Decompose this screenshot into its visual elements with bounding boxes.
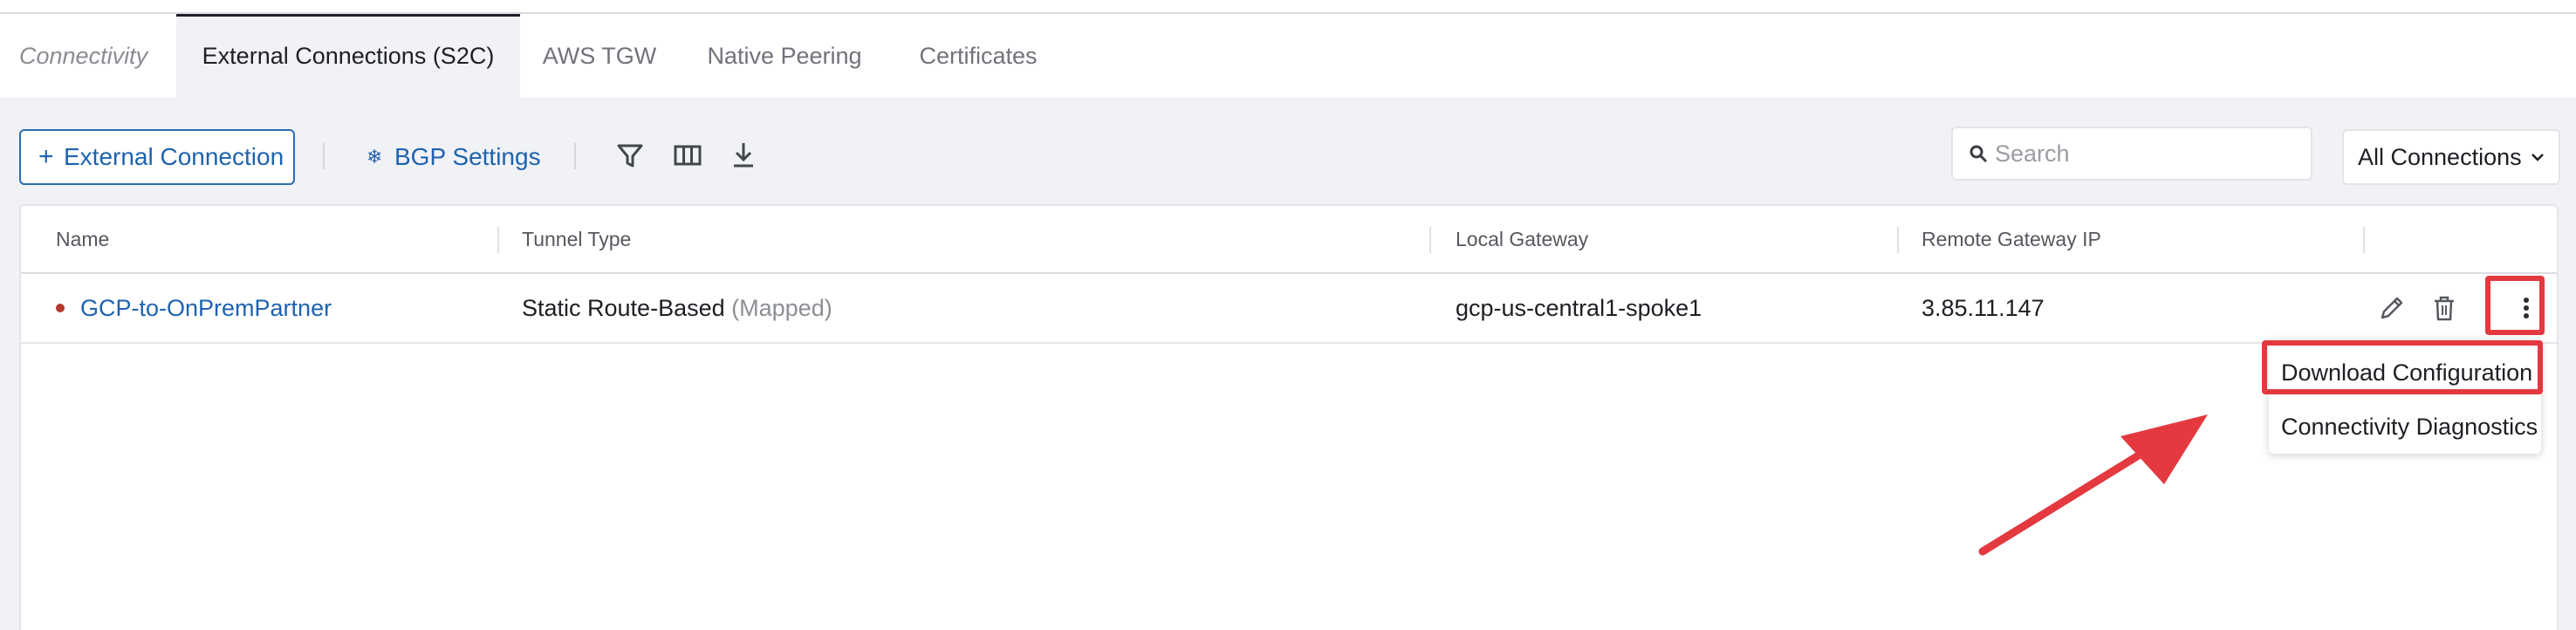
table-header: Name Tunnel Type Local Gateway Remote Ga… (21, 206, 2557, 274)
bgp-settings-label: BGP Settings (394, 143, 541, 170)
edit-icon (2381, 297, 2403, 319)
add-external-connection-button[interactable]: + External Connection (19, 129, 295, 185)
gear-icon: ❄ (367, 146, 383, 168)
tab-aws-tgw[interactable]: AWS TGW (534, 14, 665, 98)
more-actions-highlight (2485, 276, 2545, 335)
search-box[interactable] (1951, 127, 2312, 181)
column-divider (2363, 227, 2365, 253)
column-header-tunnel-type[interactable]: Tunnel Type (522, 206, 631, 272)
tab-bar: Connectivity External Connections (S2C) … (0, 14, 2576, 98)
column-header-remote-gateway-ip[interactable]: Remote Gateway IP (1922, 206, 2101, 272)
column-divider (497, 227, 499, 253)
download-icon[interactable] (728, 140, 759, 171)
delete-button[interactable] (2419, 274, 2468, 342)
table-row: GCP-to-OnPremPartner Static Route-Based … (21, 274, 2557, 344)
chevron-down-icon (2531, 154, 2544, 161)
tab-native-peering[interactable]: Native Peering (691, 14, 878, 98)
tunnel-type-value: Static Route-Based (522, 295, 725, 321)
remote-gateway-ip-cell: 3.85.11.147 (1922, 295, 2045, 321)
column-divider (1897, 227, 1899, 253)
add-external-connection-label: External Connection (64, 143, 284, 170)
column-divider (1429, 227, 1431, 253)
edit-button[interactable] (2367, 274, 2415, 342)
toolbar-divider (574, 143, 576, 169)
search-icon (1970, 145, 1988, 163)
status-dot (56, 304, 65, 312)
tab-certificates[interactable]: Certificates (904, 14, 1052, 98)
tab-external-connections[interactable]: External Connections (S2C) (176, 14, 520, 98)
column-header-name[interactable]: Name (56, 206, 109, 272)
plus-icon: + (38, 142, 54, 171)
toolbar-divider (323, 143, 325, 169)
connections-filter-select[interactable]: All Connections (2342, 129, 2560, 185)
search-input[interactable] (1995, 135, 2300, 172)
trash-icon (2435, 296, 2454, 321)
annotation-arrow (1978, 414, 2208, 556)
connections-filter-value: All Connections (2358, 144, 2522, 170)
breadcrumb-connectivity[interactable]: Connectivity (19, 14, 176, 98)
filter-icon[interactable] (614, 140, 646, 171)
download-configuration-highlight (2262, 340, 2543, 394)
tunnel-type-note: (Mapped) (731, 295, 832, 321)
columns-icon[interactable] (672, 140, 703, 171)
tunnel-type-cell: Static Route-Based (Mapped) (522, 274, 832, 342)
top-strip (0, 0, 2576, 14)
column-header-local-gateway[interactable]: Local Gateway (1456, 206, 1588, 272)
local-gateway-cell: gcp-us-central1-spoke1 (1456, 295, 1702, 321)
menu-item-connectivity-diagnostics[interactable]: Connectivity Diagnostics (2269, 400, 2541, 454)
connection-name-link[interactable]: GCP-to-OnPremPartner (80, 274, 332, 342)
